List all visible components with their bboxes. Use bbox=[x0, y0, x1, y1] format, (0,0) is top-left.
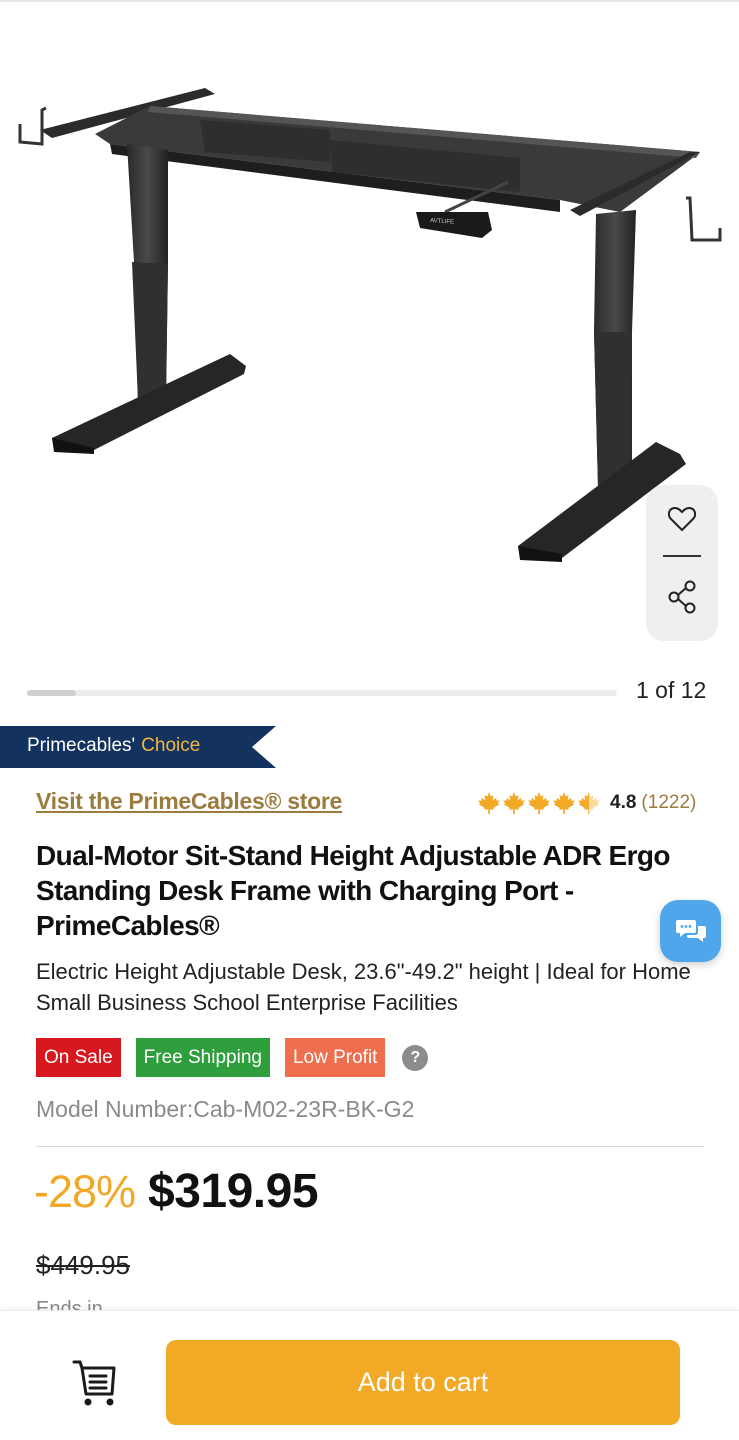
on-sale-badge: On Sale bbox=[36, 1038, 121, 1077]
heart-icon bbox=[668, 506, 696, 532]
product-title: Dual-Motor Sit-Stand Height Adjustable A… bbox=[36, 840, 671, 941]
desk-frame-illustration: AVTLIFE bbox=[18, 88, 722, 562]
choice-accent: Choice bbox=[141, 735, 201, 756]
chat-bubbles-icon bbox=[675, 920, 706, 942]
image-actions bbox=[646, 485, 718, 641]
current-price: $319.95 bbox=[148, 1165, 319, 1218]
product-subtitle: Electric Height Adjustable Desk, 23.6"-4… bbox=[36, 959, 691, 1015]
partial-text-line: Ends in bbox=[36, 1298, 103, 1310]
visit-store-link[interactable]: Visit the PrimeCables® store bbox=[36, 788, 342, 815]
section-divider bbox=[36, 1146, 704, 1147]
cart-icon[interactable] bbox=[68, 1356, 124, 1410]
share-icon bbox=[668, 580, 696, 614]
product-image[interactable]: AVTLIFE bbox=[0, 2, 739, 670]
rating-stars bbox=[477, 791, 601, 815]
maple-leaf-icon bbox=[528, 792, 550, 814]
discount-percent: -28% bbox=[34, 1166, 136, 1217]
low-profit-badge: Low Profit bbox=[284, 1038, 386, 1077]
actions-divider bbox=[663, 555, 701, 557]
rating-score: 4.8 bbox=[610, 792, 637, 813]
free-shipping-badge: Free Shipping bbox=[135, 1038, 270, 1077]
chat-button[interactable] bbox=[660, 900, 721, 962]
maple-leaf-icon bbox=[578, 792, 600, 814]
original-price: $449.95 bbox=[36, 1250, 130, 1280]
choice-banner-text: Primecables' Choice bbox=[27, 735, 200, 757]
gallery-pager: 1 of 12 bbox=[636, 677, 707, 703]
product-rating[interactable]: 4.8 (1222) bbox=[477, 790, 696, 816]
choice-brand: Primecables' bbox=[27, 735, 136, 756]
rating-count[interactable]: (1222) bbox=[641, 792, 696, 814]
gallery-progress bbox=[27, 690, 617, 696]
product-badges: On Sale Free Shipping Low Profit ? bbox=[36, 1038, 429, 1077]
model-number: Model Number:Cab-M02-23R-BK-G2 bbox=[36, 1096, 415, 1122]
help-icon[interactable]: ? bbox=[402, 1044, 429, 1071]
favorite-button[interactable] bbox=[646, 489, 718, 549]
gallery-progress-fill bbox=[27, 690, 77, 696]
maple-leaf-icon bbox=[478, 792, 500, 814]
add-to-cart-button[interactable]: Add to cart bbox=[166, 1340, 680, 1425]
maple-leaf-icon bbox=[503, 792, 525, 814]
share-button[interactable] bbox=[646, 567, 718, 627]
maple-leaf-icon bbox=[553, 792, 575, 814]
